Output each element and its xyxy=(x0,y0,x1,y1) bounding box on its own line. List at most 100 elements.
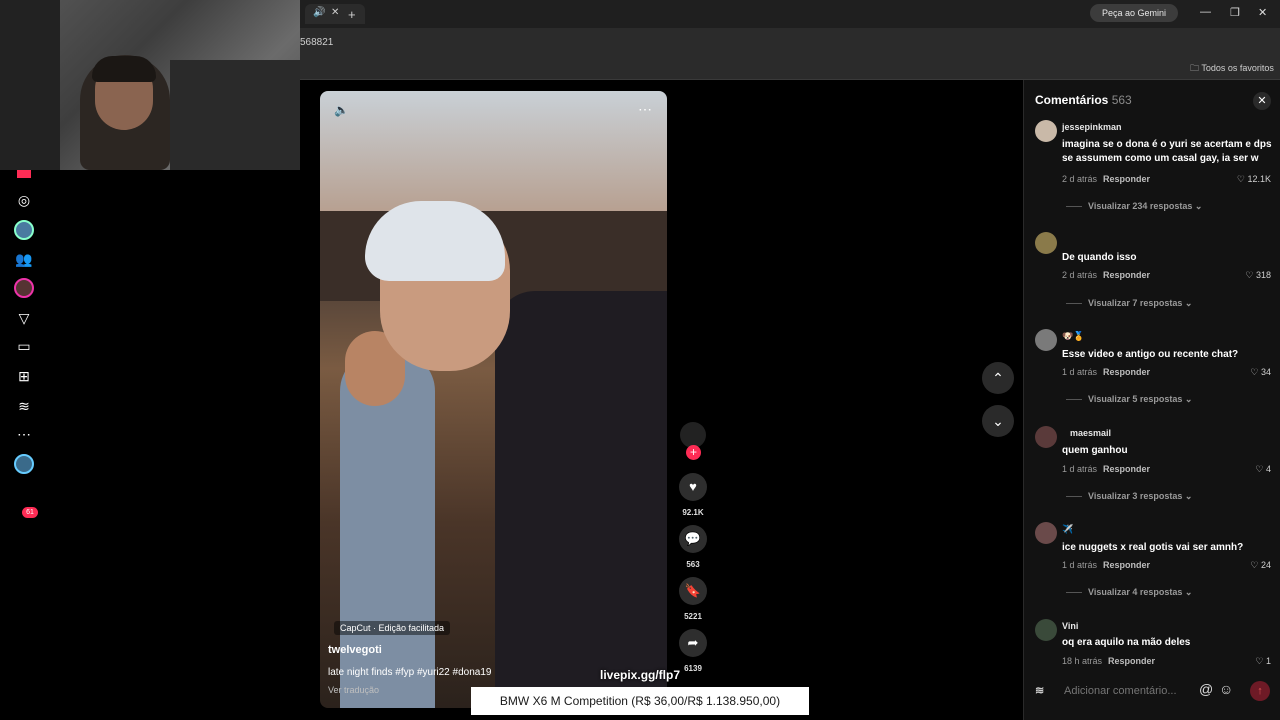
friends-icon[interactable]: 👥 xyxy=(14,249,34,269)
close-comments-button[interactable]: ✕ xyxy=(1253,92,1271,110)
comment-meta: 2 d atrás Responder xyxy=(1062,174,1150,184)
all-bookmarks-link[interactable]: 🗀 Todos os favoritos xyxy=(1190,61,1274,77)
comment-meta: 1 d atrás Responder xyxy=(1062,560,1150,570)
comment-icon: 💬 xyxy=(684,531,702,546)
share-icon: ➦ xyxy=(687,635,699,650)
following-avatar-icon[interactable] xyxy=(14,220,34,240)
comment-like[interactable]: ♡ 24 xyxy=(1211,560,1271,571)
save-button[interactable]: 🔖 xyxy=(679,577,707,605)
comment-like[interactable]: ♡ 4 xyxy=(1211,464,1271,475)
profile-avatar[interactable] xyxy=(14,454,34,474)
close-tab-icon[interactable]: ✕ xyxy=(331,7,339,18)
mute-icon[interactable]: 🔈 xyxy=(334,103,349,117)
comment-time: 1 d atrás xyxy=(1062,560,1098,570)
arrow-up-icon: ↑ xyxy=(1257,685,1263,697)
restore-icon[interactable]: ❐ xyxy=(1230,6,1240,19)
comment-avatar[interactable] xyxy=(1035,232,1057,254)
address-bar: 568821 ⇄ ⧉ ☆ ● ⬇ ◉ ⧈ ≡ ◐ ⋮ xyxy=(300,28,1280,75)
minimize-icon[interactable]: — xyxy=(1200,6,1211,18)
comment-item: De quando isso 2 d atrás Responder ♡ 318 … xyxy=(1024,232,1280,328)
comment-avatar[interactable] xyxy=(1035,522,1057,544)
view-replies-label: Visualizar 7 respostas xyxy=(1088,298,1183,308)
view-replies-button[interactable]: Visualizar 4 respostas ⌄ xyxy=(1066,587,1192,598)
streamer-hair xyxy=(92,56,156,82)
comment-time: 1 d atrás xyxy=(1062,367,1098,377)
comment-like[interactable]: ♡ 12.1K xyxy=(1211,174,1271,185)
reply-button[interactable]: Responder xyxy=(1103,464,1150,474)
comment-like[interactable]: ♡ 1 xyxy=(1211,656,1271,667)
video-username[interactable]: twelvegoti xyxy=(328,644,382,656)
left-nav: ◎ 👥 ▽ ▭ 61 ⊞ ≋ ⋯ xyxy=(0,170,50,720)
comment-avatar[interactable] xyxy=(1035,120,1057,142)
browser-tab[interactable]: 🔊 ✕ xyxy=(305,4,365,24)
comment-time: 18 h atrás xyxy=(1062,656,1103,666)
comment-avatar[interactable] xyxy=(1035,329,1057,351)
comment-text: Esse video e antigo ou recente chat? xyxy=(1062,349,1239,360)
comment-avatar[interactable] xyxy=(1035,426,1057,448)
chevron-down-icon: ⌄ xyxy=(992,413,1004,429)
comment-like-count: 4 xyxy=(1265,464,1271,474)
comment-input[interactable] xyxy=(1064,678,1244,704)
brand-icon[interactable]: ≋ xyxy=(14,396,34,416)
comment-user[interactable]: maesmail xyxy=(1070,428,1111,438)
explore-icon[interactable]: ◎ xyxy=(14,190,34,210)
video-player[interactable]: 🔈 ⋯ CapCut · Edição facilitada twelvegot… xyxy=(320,91,667,708)
reply-button[interactable]: Responder xyxy=(1108,656,1155,666)
comment-count: 563 xyxy=(686,560,700,569)
comments-panel: Comentários 563 ✕ jessepinkman imagina s… xyxy=(1023,80,1280,720)
comment-user-emoji[interactable]: 🐶🏅 xyxy=(1062,331,1084,342)
comment-user[interactable]: jessepinkman xyxy=(1062,122,1122,132)
view-replies-button[interactable]: Visualizar 7 respostas ⌄ xyxy=(1066,298,1192,309)
comment-like-count: 12.1K xyxy=(1247,174,1271,184)
comment-like[interactable]: ♡ 34 xyxy=(1211,367,1271,378)
comment-button[interactable]: 💬 xyxy=(679,525,707,553)
previous-video-button[interactable]: ⌃ xyxy=(982,362,1014,394)
comment-user-emoji[interactable]: ✈️ xyxy=(1062,524,1073,535)
follow-plus-icon[interactable]: + xyxy=(686,445,701,460)
comment-user[interactable]: Vini xyxy=(1062,621,1078,631)
more-icon[interactable]: ⋯ xyxy=(14,424,34,444)
capcut-tag[interactable]: CapCut · Edição facilitada xyxy=(334,621,451,635)
like-button[interactable]: ♥ xyxy=(679,473,707,501)
close-window-icon[interactable]: ✕ xyxy=(1258,6,1267,19)
emoji-icon[interactable]: ☺ xyxy=(1219,681,1233,697)
comment-item: maesmail quem ganhou 1 d atrás Responder … xyxy=(1024,426,1280,522)
live-avatar-icon[interactable] xyxy=(14,278,34,298)
share-button[interactable]: ➦ xyxy=(679,629,707,657)
url-text[interactable]: 568821 xyxy=(300,37,333,48)
comment-like-count: 24 xyxy=(1260,560,1271,570)
video-hair-right xyxy=(365,201,505,281)
gemini-button[interactable]: Peça ao Gemini xyxy=(1090,4,1178,22)
comments-header: Comentários 563 xyxy=(1035,93,1132,107)
reply-button[interactable]: Responder xyxy=(1103,367,1150,377)
browser-tab-bar: 🔊 ✕ + Peça ao Gemini — ❐ ✕ xyxy=(300,0,1280,28)
bookmarks-bar: 🗀 Todos os favoritos xyxy=(300,56,1280,80)
comment-avatar[interactable] xyxy=(1035,619,1057,641)
comment-text: quem ganhou xyxy=(1062,445,1128,456)
next-video-button[interactable]: ⌄ xyxy=(982,405,1014,437)
inbox-icon[interactable]: ▭ xyxy=(14,336,34,356)
upload-icon[interactable]: ⊞ xyxy=(14,366,34,386)
comment-text: imagina se o dona é o yuri se acertam e … xyxy=(1062,139,1272,164)
emote-logo-icon[interactable]: ≋ xyxy=(1035,684,1057,698)
view-replies-button[interactable]: Visualizar 3 respostas ⌄ xyxy=(1066,491,1192,502)
comments-title: Comentários xyxy=(1035,93,1109,107)
comment-like[interactable]: ♡ 318 xyxy=(1211,270,1271,281)
reply-button[interactable]: Responder xyxy=(1103,174,1150,184)
translate-link[interactable]: Ver tradução xyxy=(328,685,379,695)
view-replies-label: Visualizar 234 respostas xyxy=(1088,201,1193,211)
view-replies-button[interactable]: Visualizar 5 respostas ⌄ xyxy=(1066,394,1192,405)
reply-button[interactable]: Responder xyxy=(1103,560,1150,570)
mention-icon[interactable]: @ xyxy=(1199,681,1213,697)
send-button[interactable]: ↑ xyxy=(1250,681,1270,701)
donation-goal-bar: BMW X6 M Competition (R$ 36,00/R$ 1.138.… xyxy=(471,687,809,715)
webcam-shelf xyxy=(170,60,300,170)
new-tab-button[interactable]: + xyxy=(348,7,356,22)
comment-like-count: 318 xyxy=(1255,270,1271,280)
like-count: 92.1K xyxy=(682,508,704,517)
video-more-icon[interactable]: ⋯ xyxy=(638,101,652,118)
messages-icon[interactable]: ▽ xyxy=(14,308,34,328)
reply-button[interactable]: Responder xyxy=(1103,270,1150,280)
speaker-icon[interactable]: 🔊 xyxy=(313,7,325,18)
view-replies-button[interactable]: Visualizar 234 respostas ⌄ xyxy=(1066,201,1202,212)
